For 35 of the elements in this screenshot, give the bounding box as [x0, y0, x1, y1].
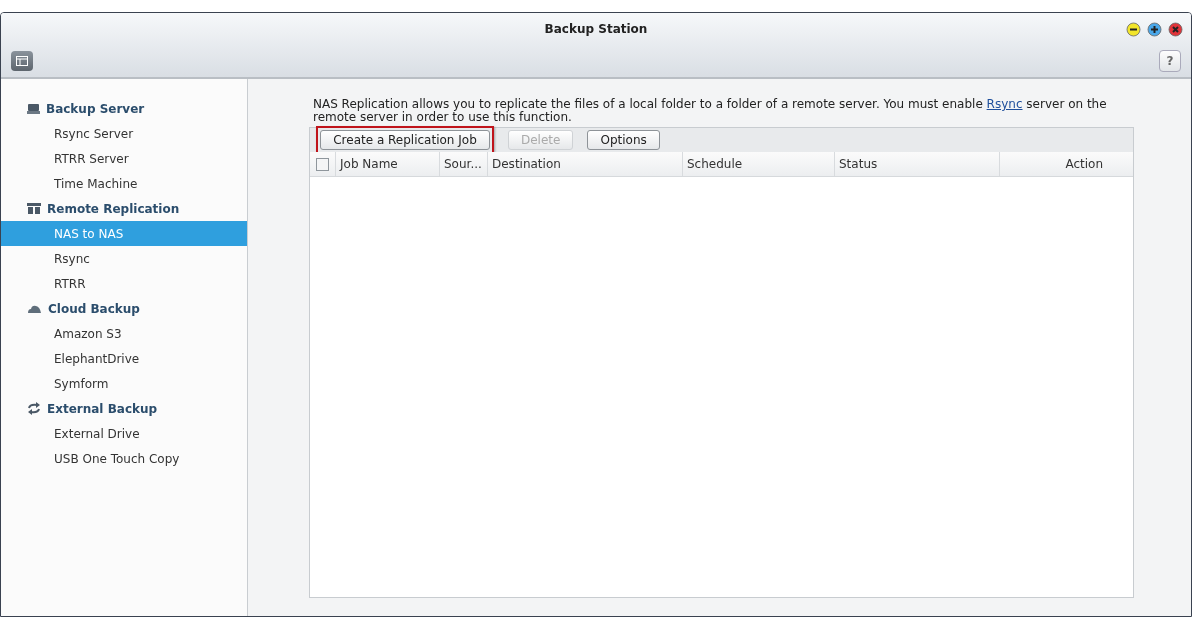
sidebar-item[interactable]: USB One Touch Copy: [1, 446, 247, 471]
sidebar-item[interactable]: ElephantDrive: [1, 346, 247, 371]
sidebar-item[interactable]: External Drive: [1, 421, 247, 446]
sidebar-item[interactable]: Amazon S3: [1, 321, 247, 346]
window-title: Backup Station: [544, 22, 648, 36]
description-text: NAS Replication allows you to replicate the files of a local folder to a folder of a remote server. You must enable Rsync server on the remote server in order to use this function.: [313, 98, 1108, 124]
sidebar-group-label: Remote Replication: [47, 201, 180, 216]
cloud-icon: [27, 304, 42, 313]
drive-icon: [27, 103, 40, 114]
column-header[interactable]: Job Name: [335, 152, 439, 176]
select-all-checkbox[interactable]: [316, 157, 329, 171]
column-header[interactable]: Sour...: [439, 152, 487, 176]
sidebar-item[interactable]: RTRR: [1, 271, 247, 296]
toolbar-button[interactable]: Options: [587, 130, 660, 150]
column-header[interactable]: Schedule: [682, 152, 834, 176]
sidebar-item[interactable]: Rsync: [1, 246, 247, 271]
maximize-icon[interactable]: [1147, 22, 1162, 37]
help-button[interactable]: ?: [1159, 50, 1181, 72]
close-icon[interactable]: [1168, 22, 1183, 37]
layout-toggle-icon[interactable]: [11, 51, 33, 71]
toolbar-button[interactable]: Create a Replication Job: [320, 130, 490, 150]
minimize-icon[interactable]: [1126, 22, 1141, 37]
sidebar-item[interactable]: Symform: [1, 371, 247, 396]
sidebar-group-label: Cloud Backup: [48, 301, 140, 316]
sidebar-group-label: External Backup: [47, 401, 158, 416]
sidebar-item[interactable]: RTRR Server: [1, 146, 247, 171]
servers-icon: [27, 203, 41, 214]
sidebar-item[interactable]: Rsync Server: [1, 121, 247, 146]
sidebar-item[interactable]: Time Machine: [1, 171, 247, 196]
rsync-link[interactable]: Rsync: [986, 97, 1023, 111]
sync-arrows-icon: [27, 402, 41, 415]
column-header[interactable]: Action: [999, 152, 1133, 176]
column-header[interactable]: Status: [834, 152, 999, 176]
sidebar-group-label: Backup Server: [46, 101, 145, 116]
column-header[interactable]: Destination: [487, 152, 682, 176]
